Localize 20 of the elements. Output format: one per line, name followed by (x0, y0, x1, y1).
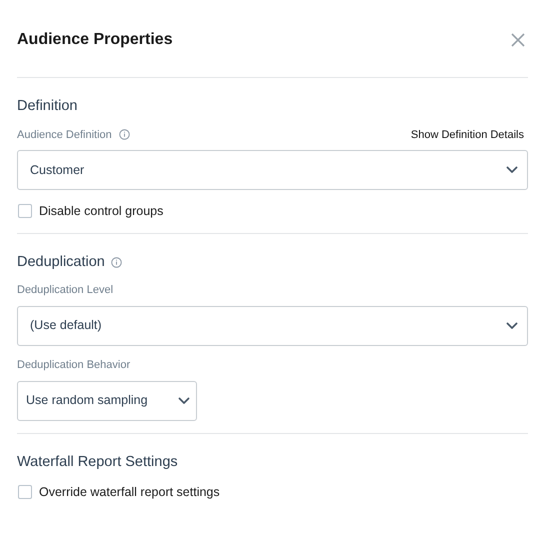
field-label: Deduplication Behavior (17, 358, 130, 374)
dropdown-select[interactable]: Use random sampling (17, 380, 197, 421)
checkbox[interactable] (18, 204, 32, 218)
show-details-link[interactable]: Show Definition Details (410, 127, 524, 144)
dropdown-select[interactable]: (Use default) (17, 306, 528, 346)
section-heading: Waterfall Report Settings (17, 452, 178, 472)
field-label: Deduplication Level (17, 283, 114, 298)
chevron-down-icon (178, 396, 190, 405)
checkbox-option[interactable]: Override waterfall report settings (17, 482, 528, 502)
chevron-down-icon (506, 322, 518, 330)
field-label: Audience Definition (17, 128, 112, 142)
section-heading: Definition (17, 97, 78, 116)
close-button[interactable] (510, 32, 526, 48)
dialog-title: Audience Properties (17, 30, 173, 50)
section-heading: Deduplication (17, 252, 105, 272)
dropdown-select[interactable]: Customer (17, 150, 528, 190)
checkbox[interactable] (18, 485, 32, 500)
close-icon (511, 33, 525, 47)
chevron-down-icon (506, 166, 518, 174)
checkbox-option[interactable]: Disable control groups (17, 202, 528, 221)
